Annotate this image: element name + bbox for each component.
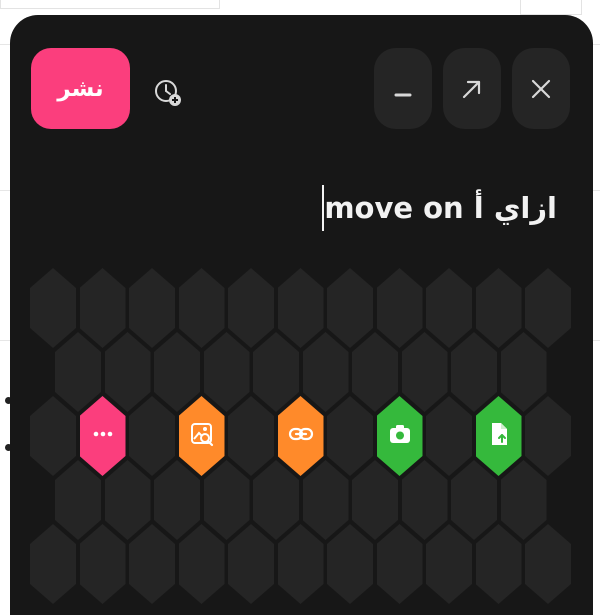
hex-cell bbox=[401, 332, 448, 412]
background-divider bbox=[0, 190, 10, 191]
hex-cell bbox=[129, 268, 175, 348]
hex-cell bbox=[376, 524, 423, 604]
hex-cell bbox=[154, 332, 200, 412]
link-icon bbox=[288, 421, 314, 451]
hex-cell bbox=[79, 524, 126, 604]
hex-cell bbox=[30, 396, 76, 476]
hex-cell bbox=[525, 268, 571, 348]
hex-cell bbox=[475, 268, 522, 348]
hex-cell bbox=[178, 524, 225, 604]
hex-cell bbox=[30, 524, 76, 604]
hex-cell bbox=[352, 332, 398, 412]
hex-cell bbox=[327, 524, 373, 604]
image-search-button[interactable] bbox=[178, 396, 225, 476]
hex-cell bbox=[451, 460, 497, 540]
hex-cell bbox=[228, 396, 274, 476]
link-button[interactable] bbox=[277, 396, 324, 476]
camera-button[interactable] bbox=[376, 396, 423, 476]
hex-cell bbox=[525, 396, 571, 476]
hex-cell bbox=[475, 524, 522, 604]
background-box bbox=[520, 0, 582, 15]
hex-cell bbox=[55, 332, 101, 412]
hex-cell bbox=[203, 332, 250, 412]
hex-cell bbox=[253, 460, 299, 540]
hex-cell bbox=[277, 268, 324, 348]
hex-cell bbox=[327, 396, 373, 476]
hex-cell bbox=[79, 268, 126, 348]
hex-cell bbox=[228, 268, 274, 348]
hex-cell bbox=[451, 332, 497, 412]
hex-cell bbox=[129, 524, 175, 604]
file-upload-icon bbox=[486, 421, 512, 451]
hex-cell bbox=[178, 268, 225, 348]
background-divider bbox=[0, 340, 10, 341]
hex-cell bbox=[500, 332, 547, 412]
hex-cell bbox=[203, 460, 250, 540]
hex-cell bbox=[104, 460, 151, 540]
hex-cell bbox=[426, 524, 472, 604]
hex-cell bbox=[401, 460, 448, 540]
hex-cell bbox=[327, 268, 373, 348]
hex-cell bbox=[302, 332, 349, 412]
hex-cell bbox=[30, 268, 76, 348]
background-box bbox=[0, 0, 220, 9]
hex-cell bbox=[154, 460, 200, 540]
hex-cell bbox=[352, 460, 398, 540]
hex-cell bbox=[376, 268, 423, 348]
upload-file-button[interactable] bbox=[475, 396, 522, 476]
hex-cell bbox=[277, 524, 324, 604]
hex-cell bbox=[525, 524, 571, 604]
composer-modal: نشر ازاي أ move on bbox=[10, 15, 593, 615]
hex-cell bbox=[228, 524, 274, 604]
background-divider bbox=[0, 44, 10, 45]
image-search-icon bbox=[189, 421, 215, 451]
hex-cell bbox=[500, 460, 547, 540]
hex-action-grid bbox=[10, 15, 593, 615]
hex-cell bbox=[104, 332, 151, 412]
more-horizontal-icon bbox=[91, 422, 115, 450]
hex-cell bbox=[55, 460, 101, 540]
hex-cell bbox=[302, 460, 349, 540]
camera-icon bbox=[387, 421, 413, 451]
more-options-button[interactable] bbox=[79, 396, 126, 476]
hex-cell bbox=[426, 268, 472, 348]
hex-cell bbox=[129, 396, 175, 476]
hex-cell bbox=[253, 332, 299, 412]
hex-cell bbox=[426, 396, 472, 476]
